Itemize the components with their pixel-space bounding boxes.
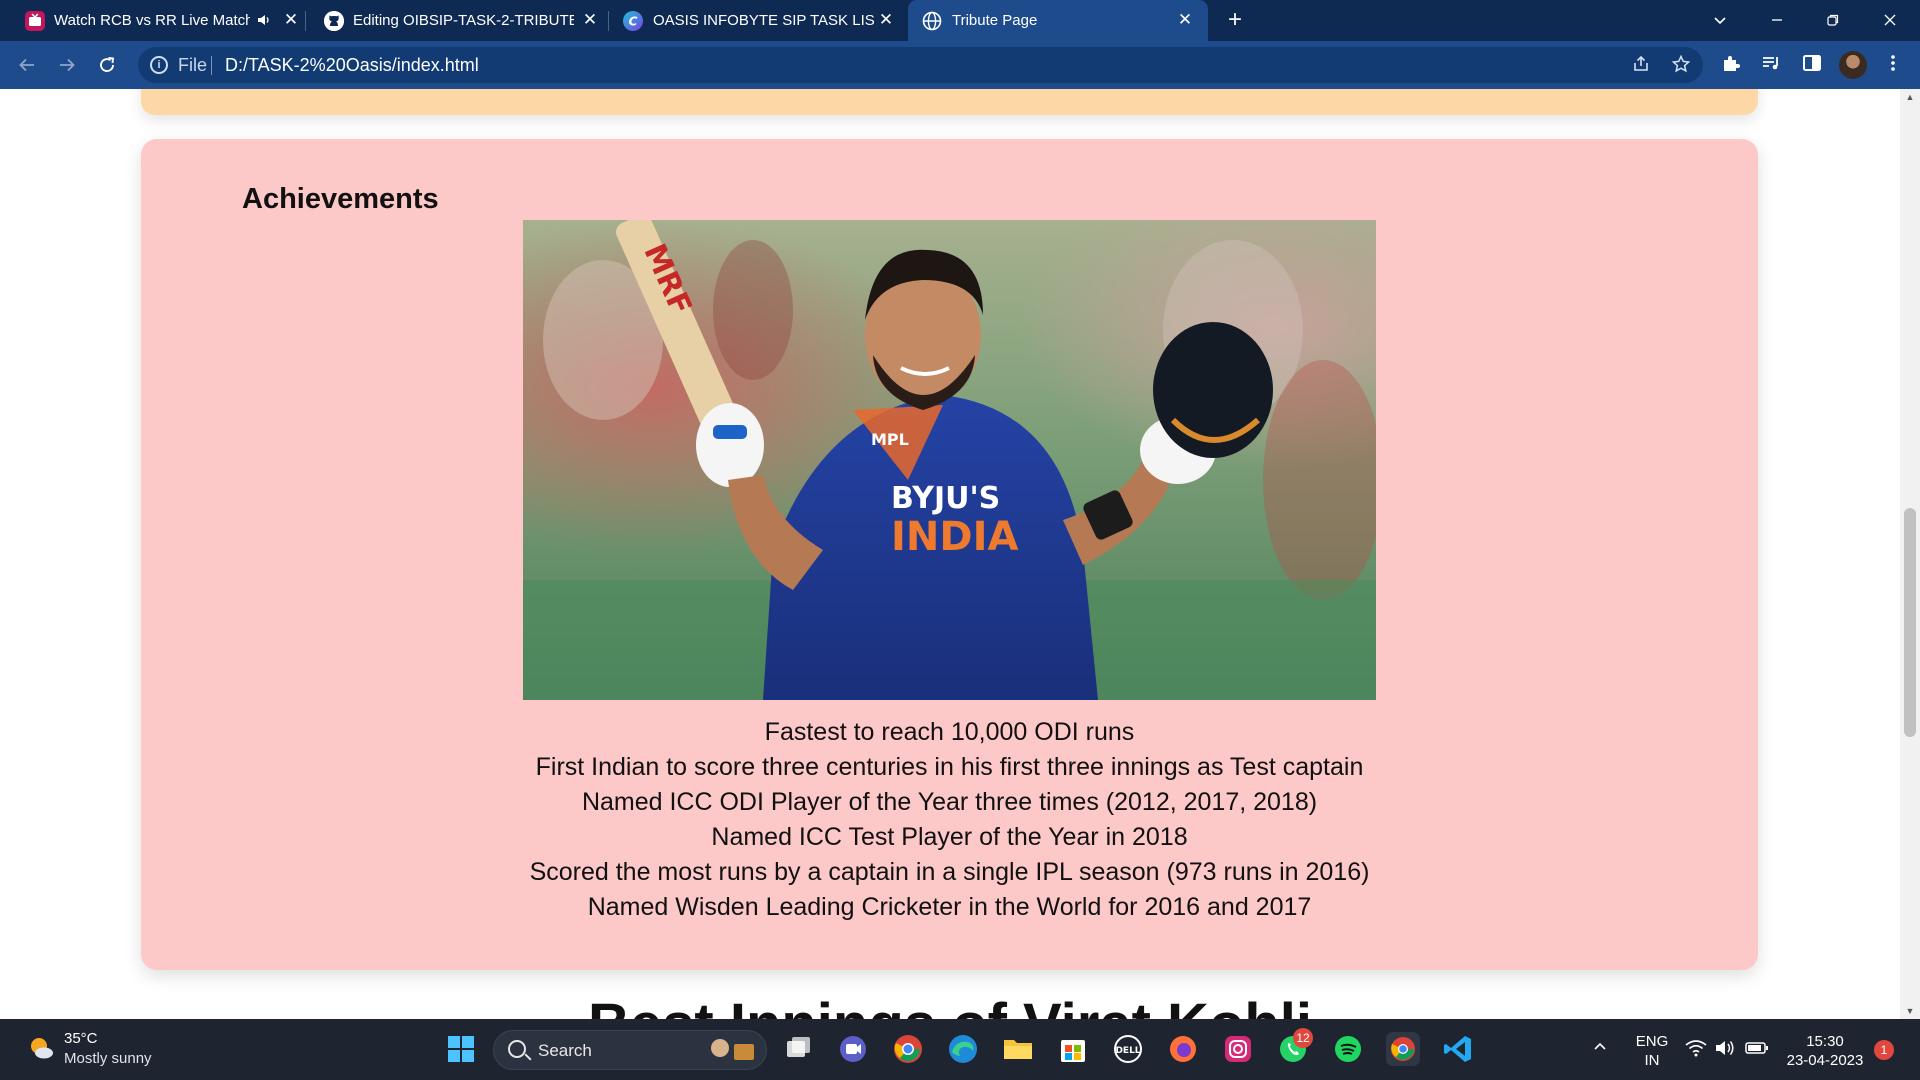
spotify-icon[interactable] [1331, 1032, 1365, 1066]
tab-tribute-page[interactable]: Tribute Page ✕ [908, 0, 1208, 41]
achievement-item: Fastest to reach 10,000 ODI runs [764, 718, 1135, 746]
svg-text:DELL: DELL [1115, 1046, 1140, 1056]
tab-oasis-task-list[interactable]: C OASIS INFOBYTE SIP TASK LIST ✕ [609, 0, 908, 41]
close-tab-icon[interactable]: ✕ [1174, 9, 1196, 31]
new-tab-button[interactable]: + [1222, 7, 1248, 33]
restore-button[interactable] [1818, 6, 1848, 34]
dell-icon[interactable]: DELL [1111, 1032, 1145, 1066]
microsoft-store-icon[interactable] [1056, 1032, 1090, 1066]
achievements-card: Achievements MRF BYJU'S INDIA MPL Fastes… [141, 139, 1758, 970]
tab-live-match[interactable]: Watch RCB vs RR Live Match ✕ [0, 0, 306, 41]
close-tab-icon[interactable]: ✕ [875, 9, 897, 31]
scrollbar-thumb[interactable] [1904, 508, 1916, 737]
achievements-list: Fastest to reach 10,000 ODI runs First I… [141, 715, 1758, 925]
vscode-icon[interactable] [1441, 1032, 1475, 1066]
tab-github-editing[interactable]: Editing OIBSIP-TASK-2-TRIBUTE-PAGE ✕ [306, 0, 609, 41]
wifi-icon[interactable] [1685, 1039, 1707, 1062]
bookmark-star-icon[interactable] [1670, 54, 1692, 76]
windows-taskbar: 35°C Mostly sunny Search DELL 12 ENG IN … [0, 1019, 1920, 1080]
file-scheme-label: File [178, 55, 208, 75]
extensions-icon[interactable] [1718, 52, 1744, 78]
speaker-icon[interactable] [256, 12, 272, 28]
close-tab-icon[interactable]: ✕ [579, 9, 601, 31]
file-explorer-icon[interactable] [1001, 1032, 1035, 1066]
achievements-photo: MRF BYJU'S INDIA MPL [523, 220, 1376, 700]
language-indicator[interactable]: ENG IN [1632, 1032, 1672, 1070]
tab-strip: Watch RCB vs RR Live Match ✕ Editing OIB… [0, 0, 1920, 41]
svg-text:BYJU'S: BYJU'S [891, 481, 1000, 516]
achievements-heading: Achievements [242, 183, 439, 215]
close-tab-icon[interactable]: ✕ [280, 9, 302, 31]
clock-time: 15:30 [1806, 1033, 1844, 1050]
achievement-item: First Indian to score three centuries in… [535, 753, 1364, 781]
weather-temperature[interactable]: 35°C [64, 1030, 98, 1047]
globe-icon [922, 11, 942, 31]
scroll-down-arrow-icon[interactable]: ▼ [1900, 1003, 1920, 1019]
achievement-item: Named Wisden Leading Cricketer in the Wo… [587, 893, 1312, 921]
share-icon[interactable] [1630, 54, 1652, 76]
side-panel-icon[interactable] [1799, 52, 1825, 78]
chrome-profile-icon[interactable] [1386, 1032, 1420, 1066]
search-highlight-icon [706, 1036, 758, 1064]
minimize-button[interactable] [1762, 6, 1792, 34]
page-viewport: Achievements MRF BYJU'S INDIA MPL Fastes… [0, 89, 1900, 1019]
teams-chat-icon[interactable] [836, 1032, 870, 1066]
weather-sun-icon[interactable] [26, 1033, 56, 1063]
site-info-icon[interactable]: i [150, 56, 168, 74]
battery-icon[interactable] [1745, 1040, 1769, 1061]
instagram-icon[interactable] [1221, 1032, 1255, 1066]
browser-menu-icon[interactable] [1880, 52, 1906, 78]
tab-search-chevron-icon[interactable] [1705, 6, 1735, 34]
clock-date: 23-04-2023 [1786, 1052, 1864, 1069]
language-code: ENG [1635, 1033, 1669, 1050]
browser-toolbar: i File D:/TASK-2%20Oasis/index.html [0, 41, 1920, 89]
svg-text:MPL: MPL [871, 430, 909, 449]
tab-title: OASIS INFOBYTE SIP TASK LIST [653, 12, 875, 29]
tab-title: Watch RCB vs RR Live Match [54, 12, 250, 29]
achievement-item: Named ICC Test Player of the Year in 201… [711, 823, 1188, 851]
achievement-item: Named ICC ODI Player of the Year three t… [581, 788, 1318, 816]
volume-icon[interactable] [1714, 1039, 1736, 1062]
svg-text:C: C [629, 15, 638, 29]
svg-text:INDIA: INDIA [891, 514, 1018, 560]
taskbar-search[interactable]: Search [493, 1030, 767, 1070]
show-hidden-icons-chevron-icon[interactable] [1592, 1039, 1608, 1060]
achievement-item: Scored the most runs by a captain in a s… [529, 858, 1370, 886]
firefox-icon[interactable] [1166, 1032, 1200, 1066]
profile-avatar[interactable] [1839, 51, 1867, 79]
task-view-icon[interactable] [781, 1032, 815, 1066]
scroll-up-arrow-icon[interactable]: ▲ [1900, 89, 1920, 105]
back-button[interactable] [13, 51, 41, 79]
live-tv-icon [25, 11, 45, 31]
previous-section-card [141, 89, 1758, 115]
whatsapp-unread-badge: 12 [1293, 1028, 1313, 1048]
tab-title: Editing OIBSIP-TASK-2-TRIBUTE-PAGE [353, 12, 574, 29]
address-bar[interactable]: i File D:/TASK-2%20Oasis/index.html [138, 47, 1703, 83]
clock[interactable]: 15:30 23-04-2023 [1780, 1032, 1870, 1070]
weather-condition[interactable]: Mostly sunny [64, 1050, 152, 1067]
url-text[interactable]: D:/TASK-2%20Oasis/index.html [225, 55, 479, 76]
forward-button[interactable] [53, 51, 81, 79]
address-divider [211, 56, 212, 75]
canva-icon: C [623, 11, 643, 31]
close-window-button[interactable] [1875, 6, 1905, 34]
github-icon [324, 11, 344, 31]
search-label: Search [538, 1041, 592, 1060]
chrome-icon[interactable] [891, 1032, 925, 1066]
windows-start-icon[interactable] [444, 1032, 478, 1066]
media-queue-icon[interactable] [1758, 52, 1784, 78]
search-icon [508, 1040, 526, 1058]
tab-title: Tribute Page [952, 12, 1038, 29]
notification-badge[interactable]: 1 [1874, 1040, 1894, 1060]
best-innings-heading: Best Innings of Virat Kohli [0, 991, 1900, 1019]
edge-icon[interactable] [946, 1032, 980, 1066]
language-region: IN [1644, 1052, 1660, 1069]
reload-button[interactable] [93, 51, 121, 79]
page-scrollbar[interactable]: ▲ ▼ [1900, 89, 1920, 1019]
